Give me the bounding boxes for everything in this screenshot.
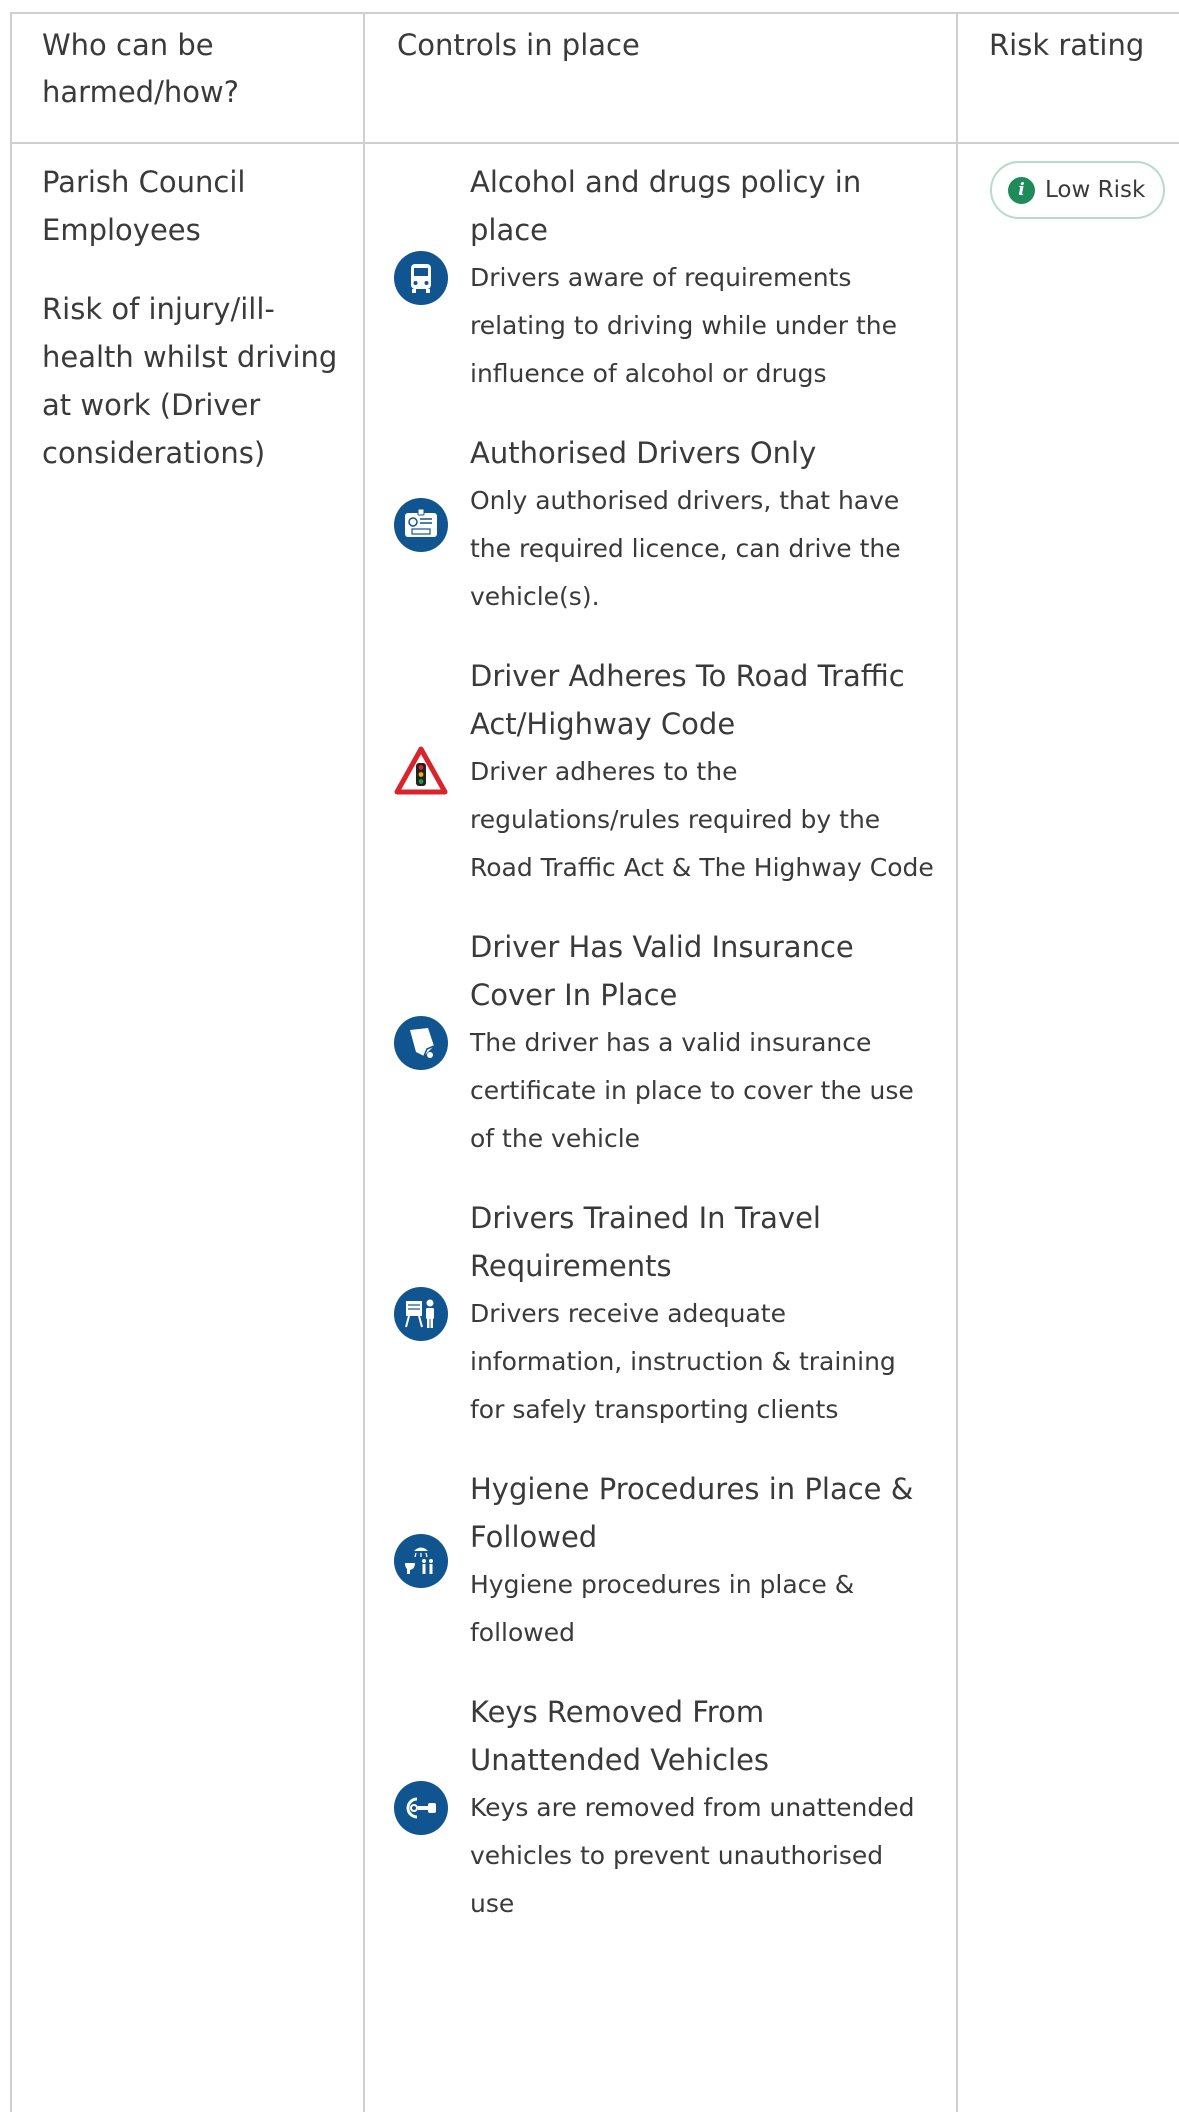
control-description: The driver has a valid insurance certifi… <box>470 1028 914 1153</box>
control-title: Authorised Drivers Only <box>470 436 817 470</box>
control-item: Drivers Trained In Travel Requirements D… <box>394 1194 934 1434</box>
control-item: Driver Adheres To Road Traffic Act/Highw… <box>394 652 934 892</box>
control-title: Alcohol and drugs policy in place <box>470 165 862 247</box>
control-item: Keys Removed From Unattended Vehicles Ke… <box>394 1688 934 1928</box>
column-divider <box>363 14 365 2112</box>
risk-rating-label: Low Risk <box>1045 177 1146 203</box>
info-icon: i <box>1008 176 1035 204</box>
control-description: Drivers receive adequate information, in… <box>470 1299 896 1424</box>
who-cell: Parish Council Employees Risk of injury/… <box>42 158 342 508</box>
training-presentation-icon <box>394 1287 448 1341</box>
control-title: Drivers Trained In Travel Requirements <box>470 1201 821 1283</box>
control-description: Only authorised drivers, that have the r… <box>470 486 901 611</box>
id-pass-icon <box>394 498 448 552</box>
control-item: Alcohol and drugs policy in place Driver… <box>394 158 934 398</box>
header-who: Who can be harmed/how? <box>42 28 240 109</box>
who-group: Parish Council Employees <box>42 165 246 247</box>
header-divider <box>12 142 1179 144</box>
control-title: Keys Removed From Unattended Vehicles <box>470 1695 770 1777</box>
control-description: Driver adheres to the regulations/rules … <box>470 757 934 882</box>
control-description: Hygiene procedures in place & followed <box>470 1570 855 1647</box>
washroom-hygiene-icon <box>394 1534 448 1588</box>
header-risk-rating: Risk rating <box>989 28 1145 62</box>
insurance-certificate-icon <box>394 1016 448 1070</box>
bus-icon <box>394 251 448 305</box>
control-title: Driver Adheres To Road Traffic Act/Highw… <box>470 659 905 741</box>
traffic-light-warning-icon <box>394 746 448 795</box>
risk-rating-badge: i Low Risk <box>990 161 1166 219</box>
controls-list: Alcohol and drugs policy in place Driver… <box>394 158 934 1959</box>
header-controls: Controls in place <box>397 28 640 62</box>
who-risk: Risk of injury/ill-health whilst driving… <box>42 292 338 470</box>
control-description: Keys are removed from unattended vehicle… <box>470 1793 915 1918</box>
control-description: Drivers aware of requirements relating t… <box>470 263 898 388</box>
control-item: Authorised Drivers Only Only authorised … <box>394 429 934 621</box>
control-title: Driver Has Valid Insurance Cover In Plac… <box>470 930 854 1012</box>
control-item: Driver Has Valid Insurance Cover In Plac… <box>394 923 934 1163</box>
ignition-key-icon <box>394 1781 448 1835</box>
column-divider <box>956 14 958 2112</box>
control-title: Hygiene Procedures in Place & Followed <box>470 1472 914 1554</box>
control-item: Hygiene Procedures in Place & Followed H… <box>394 1465 934 1657</box>
